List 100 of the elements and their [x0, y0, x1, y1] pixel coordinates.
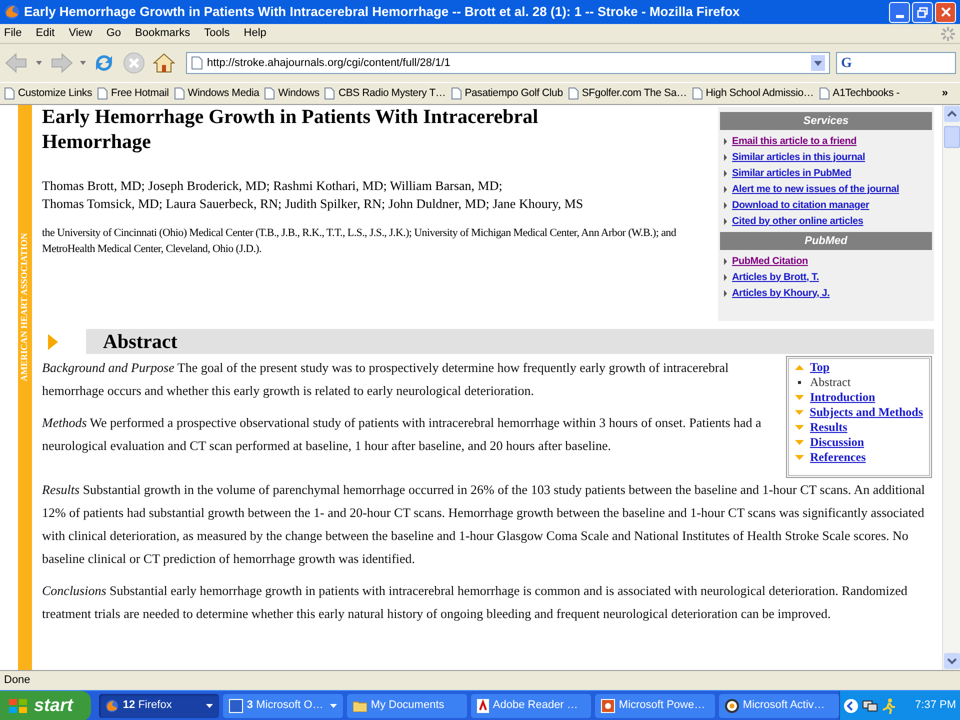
panel-heading: Services [720, 112, 932, 130]
page-icon [692, 87, 703, 100]
affiliation-text: the University of Cincinnati (Ohio) Medical Center (T.B., J.B., R.K., T.T., L.S., J.S., J.K.); University of Michigan Medical Center, Ann Arbor (W.B.); and MetroHealth Medical Center, Cleveland, Ohio (J.D.). [42, 226, 678, 257]
page-icon [568, 87, 579, 100]
bullet-triangle-icon [724, 170, 727, 176]
page-icon [450, 87, 462, 100]
page-icon [174, 87, 185, 100]
close-button[interactable] [935, 2, 956, 22]
taskbar-button[interactable]: 3 Microsoft O… [222, 694, 343, 718]
dropdown-caret-icon [206, 704, 213, 708]
bullet-triangle-icon [724, 186, 727, 192]
bullet-triangle-icon [724, 218, 727, 224]
windows-flag-icon [8, 696, 28, 714]
down-triangle-icon [795, 455, 804, 460]
maximize-button[interactable] [912, 2, 933, 22]
link[interactable]: Articles by Brott, T. [732, 270, 819, 284]
taskbar-button[interactable]: 12 Firefox [98, 694, 219, 718]
article-title: Early Hemorrhage Growth in Patients With Intracerebral Hemorrhage [42, 105, 540, 155]
link[interactable]: Email this article to a friend [732, 134, 857, 148]
close-icon [940, 7, 950, 17]
page-icon [324, 87, 336, 100]
abstract-paragraph: Results Substantial growth in the volume of parenchymal hemorrhage occurred in 26% of the 103 study patients between the baseline and 1-hour CT scans. An additional 12% of patients had substantial growth between the 1- and 20-hour CT scans. Hemorrhage growth between the baseline and 1-hour CT scans was significantly associated with clinical deterioration, as measured by the change between the baseline and 1-hour Glasgow Coma Scale and National Institutes of Health Stroke Scale scores. No baseline clinical or CT prediction of hemorrhage growth was identified. [42, 481, 926, 568]
address-bar[interactable]: http://stroke.ahajournals.org/cgi/content/full/28/1/1 [186, 52, 830, 74]
abstract-paragraph: Conclusions Substantial early hemorrhage growth in patients with intracerebral hemorrhage is common and is associated with neurological deterioration. Randomized treatment trials are needed to determine whether this early natural history of ongoing bleeding and frequent neurological deterioration can be improved. [42, 582, 908, 623]
menu-item[interactable]: Help [244, 25, 266, 42]
start-button[interactable]: start [0, 690, 91, 720]
contents-link[interactable]: Subjects and Methods [810, 405, 923, 420]
status-text: Done [4, 673, 30, 688]
menu-item[interactable]: Edit [36, 25, 55, 42]
up-triangle-icon [795, 365, 804, 370]
page-icon [818, 87, 830, 100]
bullet-triangle-icon [724, 154, 727, 160]
clock: 7:37 PM [915, 698, 956, 714]
bullet-triangle-icon [724, 138, 727, 144]
down-triangle-icon [795, 395, 804, 400]
taskbar-button[interactable]: My Documents [346, 694, 467, 718]
taskbar-button[interactable]: Microsoft Activ… [718, 694, 839, 718]
menu-item[interactable]: Tools [204, 25, 230, 42]
scroll-thumb[interactable] [944, 126, 960, 148]
down-triangle-icon [795, 425, 804, 430]
chevron-left-icon[interactable] [844, 698, 858, 712]
bookmark-item[interactable]: Windows Media [174, 86, 260, 102]
banner-label: AMERICAN HEART ASSOCIATION [18, 233, 30, 382]
down-triangle-icon [795, 410, 804, 415]
contents-link[interactable]: Introduction [810, 390, 876, 405]
throbber-icon [940, 26, 956, 42]
restore-icon [917, 6, 928, 18]
scrollbar[interactable] [942, 105, 960, 670]
link[interactable]: PubMed Citation [732, 254, 808, 268]
menu-item[interactable]: Go [106, 25, 122, 42]
link[interactable]: Alert me to new issues of the journal [732, 182, 900, 196]
menu-item[interactable]: File [4, 25, 22, 42]
link[interactable]: Download to citation manager [732, 198, 870, 212]
bookmark-item[interactable]: Customize Links [4, 86, 92, 102]
bullet-triangle-icon [724, 274, 727, 280]
menu-item[interactable]: View [68, 25, 92, 42]
bullet-triangle-icon [724, 290, 727, 296]
dropdown-caret-icon[interactable] [80, 61, 86, 65]
dropdown-caret-icon[interactable] [811, 55, 825, 71]
taskbar-button[interactable]: Microsoft Powe… [594, 694, 715, 718]
contents-link[interactable]: Results [810, 420, 848, 435]
disc-icon [724, 698, 739, 712]
search-field[interactable]: G [836, 52, 956, 74]
folder-icon [352, 700, 367, 712]
current-section-label: Abstract [810, 375, 851, 390]
link[interactable]: Articles by Khoury, J. [732, 286, 830, 300]
link[interactable]: Cited by other online articles [732, 214, 864, 228]
down-triangle-icon [795, 440, 804, 445]
contents-link[interactable]: Discussion [810, 435, 864, 450]
minimize-icon [896, 14, 904, 18]
globe-icon [4, 4, 20, 20]
bookmark-item[interactable]: Windows [264, 86, 320, 102]
bookmark-item[interactable]: High School Admissio… [692, 86, 814, 102]
more-bookmarks-chevron[interactable]: » [942, 85, 948, 102]
abstract-paragraph: Methods We performed a prospective observational study of patients with intracerebral hemorrhage within 3 hours of onset. Patients had a neurological evaluation and CT scan performed at baseline, 1 hour after baseline, and 20 hours after baseline. [42, 414, 762, 455]
bookmark-item[interactable]: A1Techbooks - [818, 86, 900, 102]
link[interactable]: Similar articles in PubMed [732, 166, 852, 180]
bookmark-item[interactable]: Free Hotmail [97, 86, 169, 102]
bookmark-item[interactable]: Pasatiempo Golf Club [450, 86, 563, 102]
minimize-button[interactable] [889, 2, 910, 22]
contents-link[interactable]: References [810, 450, 866, 465]
search-engine-logo: G [841, 54, 852, 72]
taskbar-button[interactable]: Adobe Reader … [470, 694, 591, 718]
window-title: Early Hemorrhage Growth in Patients With Intracerebral Hemorrhage -- Brott et al. 28 (1): 1 -- Stroke - Mozilla Firefox [24, 3, 741, 22]
bookmark-item[interactable]: CBS Radio Mystery T… [324, 86, 446, 102]
panel-heading: PubMed [720, 232, 932, 250]
section-heading: Abstract [103, 330, 178, 354]
page-icon [4, 87, 15, 100]
dropdown-caret-icon [330, 704, 337, 708]
link[interactable]: Similar articles in this journal [732, 150, 866, 164]
menu-item[interactable]: Bookmarks [135, 25, 190, 42]
contents-link[interactable]: Top [810, 360, 830, 375]
section-arrow-icon [48, 334, 58, 350]
bookmark-item[interactable]: SFgolfer.com The Sa… [568, 86, 687, 102]
network-icon[interactable] [862, 698, 878, 712]
dropdown-caret-icon[interactable] [36, 61, 42, 65]
author-line: Thomas Brott, MD; Joseph Broderick, MD; Rashmi Kothari, MD; William Barsan, MD; [42, 177, 504, 195]
page-icon [191, 56, 203, 70]
home-icon[interactable] [152, 51, 176, 75]
globe-icon [104, 698, 119, 712]
